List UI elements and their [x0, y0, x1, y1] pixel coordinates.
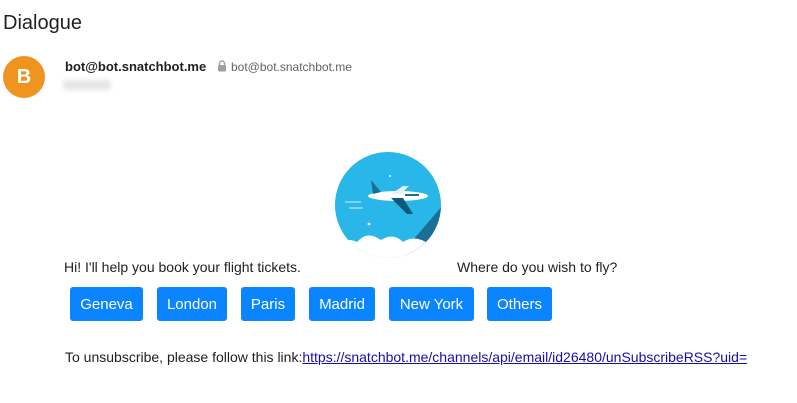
sender-name: bot@bot.snatchbot.me — [65, 59, 207, 74]
city-button-london[interactable]: London — [157, 287, 227, 321]
unsubscribe-link[interactable]: https://snatchbot.me/channels/api/email/… — [302, 349, 747, 365]
city-button-madrid[interactable]: Madrid — [309, 287, 375, 321]
page-title: Dialogue — [3, 12, 82, 34]
lock-icon — [218, 60, 226, 72]
sender-address: bot@bot.snatchbot.me — [231, 60, 352, 74]
city-button-geneva[interactable]: Geneva — [70, 287, 143, 321]
airplane-logo-icon — [335, 152, 441, 258]
question-text: Where do you wish to fly? — [457, 259, 618, 275]
city-button-new-york[interactable]: New York — [389, 287, 474, 321]
blurred-recipient — [63, 80, 111, 90]
unsubscribe-line: To unsubscribe, please follow this link:… — [65, 349, 747, 365]
greeting-text: Hi! I'll help you book your flight ticke… — [64, 259, 301, 275]
unsubscribe-text: To unsubscribe, please follow this link: — [65, 349, 303, 365]
city-button-others[interactable]: Others — [487, 287, 552, 321]
city-button-paris[interactable]: Paris — [241, 287, 295, 321]
avatar: B — [3, 56, 45, 98]
